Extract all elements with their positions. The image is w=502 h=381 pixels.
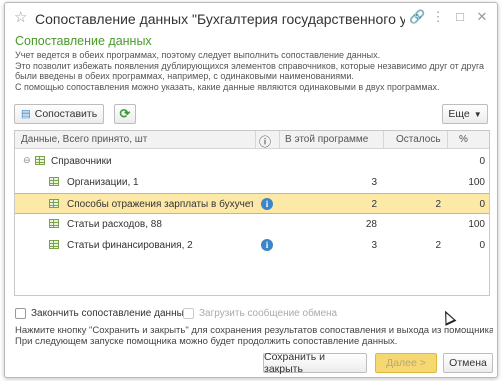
maximize-icon[interactable]: □ — [453, 9, 467, 25]
row-percent: 0 — [479, 199, 485, 210]
catalog-icon — [49, 199, 59, 208]
row-name: Справочники — [51, 156, 112, 167]
info-icon[interactable]: i — [261, 239, 273, 251]
row-in-program: 3 — [371, 240, 377, 251]
finish-mapping-label: Закончить сопоставление данных — [31, 307, 189, 319]
data-grid[interactable]: Данные, Всего принято, шт ⓘ В этой прогр… — [14, 130, 490, 296]
header-name[interactable]: Данные, Всего принято, шт — [21, 134, 147, 145]
star-icon[interactable]: ☆ — [14, 8, 27, 26]
catalog-icon — [49, 240, 59, 249]
more-button-label: Еще — [448, 108, 470, 120]
titlebar-icons: 🔗 ⋮ □ ✕ — [409, 9, 489, 25]
match-button-label: Сопоставить — [34, 108, 98, 120]
more-button[interactable]: Еще ▼ — [442, 104, 488, 124]
data-mapping-window: ☆ Сопоставление данных "Бухгалтерия госу… — [4, 2, 498, 378]
match-icon: ▤ — [20, 108, 31, 120]
close-icon[interactable]: ✕ — [475, 9, 489, 25]
header-divider — [447, 131, 448, 149]
collapse-icon[interactable]: ⊖ — [23, 155, 31, 166]
next-button[interactable]: Далее > — [375, 353, 437, 373]
save-and-close-button[interactable]: Сохранить и закрыть — [263, 351, 367, 375]
header-remaining[interactable]: Осталось — [396, 134, 441, 145]
table-row[interactable]: Организации, 1 3 100 — [15, 172, 489, 193]
help-note-line: Нажмите кнопку "Сохранить и закрыть" для… — [15, 325, 493, 336]
more-icon[interactable]: ⋮ — [431, 9, 445, 25]
header-in-program[interactable]: В этой программе — [285, 134, 368, 145]
row-remaining: 2 — [435, 240, 441, 251]
description-line: Учет ведется в обеих программах, поэтому… — [15, 50, 381, 60]
description-line: Это позволит избежать появления дублирую… — [15, 60, 485, 71]
checkbox-box[interactable] — [15, 307, 26, 319]
info-icon[interactable]: i — [261, 198, 273, 210]
catalog-icon — [49, 219, 59, 228]
header-percent[interactable]: % — [459, 134, 468, 145]
row-name: Способы отражения зарплаты в бухучет... — [67, 199, 253, 210]
table-row[interactable]: ⊖ Справочники 0 — [15, 151, 489, 172]
refresh-button[interactable]: ⟳ — [114, 104, 136, 124]
row-percent: 100 — [468, 219, 485, 230]
header-divider — [279, 131, 280, 149]
row-remaining: 2 — [435, 199, 441, 210]
header-divider — [383, 131, 384, 149]
finish-mapping-checkbox[interactable]: Закончить сопоставление данных — [15, 306, 189, 320]
refresh-icon: ⟳ — [119, 106, 131, 121]
load-message-checkbox[interactable]: Загрузить сообщение обмена — [183, 306, 337, 320]
row-name: Статьи расходов, 88 — [67, 219, 162, 230]
header-divider — [255, 131, 256, 149]
row-percent: 100 — [468, 177, 485, 188]
table-row[interactable]: Статьи расходов, 88 28 100 — [15, 214, 489, 235]
header-info-icon[interactable]: ⓘ — [259, 133, 271, 150]
title-bar: ☆ Сопоставление данных "Бухгалтерия госу… — [5, 3, 497, 33]
row-in-program: 28 — [365, 219, 377, 230]
window-title: Сопоставление данных "Бухгалтерия госуда… — [35, 11, 405, 27]
table-row[interactable]: Статьи финансирования, 2 i 3 2 0 — [15, 235, 489, 256]
catalog-icon — [49, 177, 59, 186]
row-in-program: 3 — [371, 177, 377, 188]
row-in-program: 2 — [371, 199, 377, 210]
table-row[interactable]: Способы отражения зарплаты в бухучет... … — [15, 193, 489, 214]
description-line: были введены в обеих программах, наприме… — [15, 71, 354, 81]
row-percent: 0 — [479, 156, 485, 167]
match-button[interactable]: ▤ Сопоставить — [14, 104, 104, 124]
help-note-line: При следующем запуске помощника можно бу… — [15, 336, 398, 347]
grid-header: Данные, Всего принято, шт ⓘ В этой прогр… — [15, 131, 489, 149]
link-icon[interactable]: 🔗 — [409, 9, 425, 25]
description: Учет ведется в обеих программах, поэтому… — [15, 50, 493, 92]
row-name: Статьи финансирования, 2 — [67, 240, 193, 251]
row-percent: 0 — [479, 240, 485, 251]
cancel-button[interactable]: Отмена — [443, 353, 493, 373]
row-name: Организации, 1 — [67, 177, 139, 188]
chevron-down-icon: ▼ — [473, 109, 482, 119]
load-message-label: Загрузить сообщение обмена — [199, 307, 338, 319]
description-line: С помощью сопоставления можно указать, к… — [15, 81, 440, 92]
catalog-icon — [35, 156, 45, 165]
section-title: Сопоставление данных — [15, 34, 152, 48]
help-note: Нажмите кнопку "Сохранить и закрыть" для… — [15, 325, 493, 347]
checkbox-box[interactable] — [183, 307, 194, 319]
